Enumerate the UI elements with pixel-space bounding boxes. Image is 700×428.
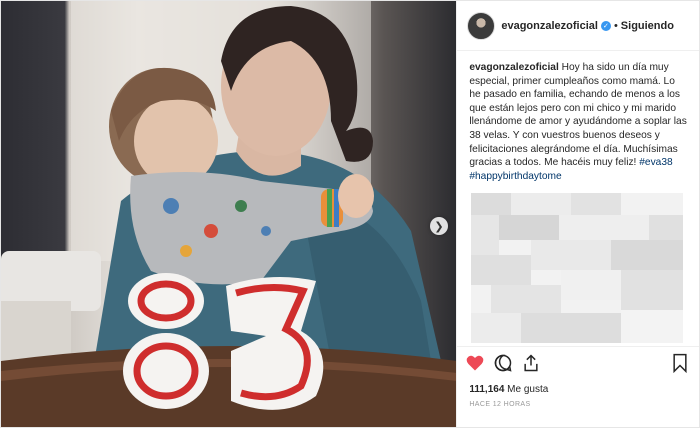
- verified-badge-icon: ✓: [600, 20, 611, 31]
- hashtag-link[interactable]: #happybirthdaytome: [469, 171, 561, 182]
- post-header: evagonzalezoficial ✓ • Siguiendo: [457, 1, 699, 51]
- post-actions: 111,164 Me gusta HACE 12 HORAS: [457, 346, 700, 427]
- heart-icon[interactable]: [465, 353, 485, 373]
- instagram-post: ❯ evagonzalezoficial ✓ • Siguiendo evago…: [0, 0, 700, 428]
- post-side-panel: evagonzalezoficial ✓ • Siguiendo evagonz…: [456, 1, 700, 427]
- comment-bubble-icon[interactable]: [493, 353, 513, 373]
- likes-count[interactable]: 111,164 Me gusta: [469, 384, 548, 395]
- post-photo[interactable]: ❯: [1, 1, 457, 427]
- post-caption: evagonzalezoficial Hoy ha sido un día mu…: [457, 51, 699, 183]
- next-photo-button[interactable]: ❯: [430, 217, 448, 235]
- caption-text: Hoy ha sido un día muy especial, primer …: [469, 62, 687, 169]
- pixelated-comments: [471, 193, 684, 344]
- hashtag-link[interactable]: #eva38: [639, 157, 672, 168]
- likes-label: Me gusta: [507, 384, 549, 395]
- avatar[interactable]: [467, 11, 496, 40]
- caption-username-link[interactable]: evagonzalezoficial: [469, 62, 558, 73]
- username-link[interactable]: evagonzalezoficial: [501, 20, 598, 32]
- post-timestamp: HACE 12 HORAS: [469, 401, 531, 408]
- share-icon[interactable]: [521, 353, 541, 373]
- header-separator: •: [613, 19, 618, 32]
- bookmark-icon[interactable]: [671, 353, 689, 373]
- photo-illustration: [1, 1, 457, 427]
- likes-number: 111,164: [469, 384, 505, 395]
- following-button[interactable]: Siguiendo: [621, 20, 674, 32]
- chevron-right-icon: ❯: [434, 220, 444, 233]
- action-buttons: [465, 353, 541, 373]
